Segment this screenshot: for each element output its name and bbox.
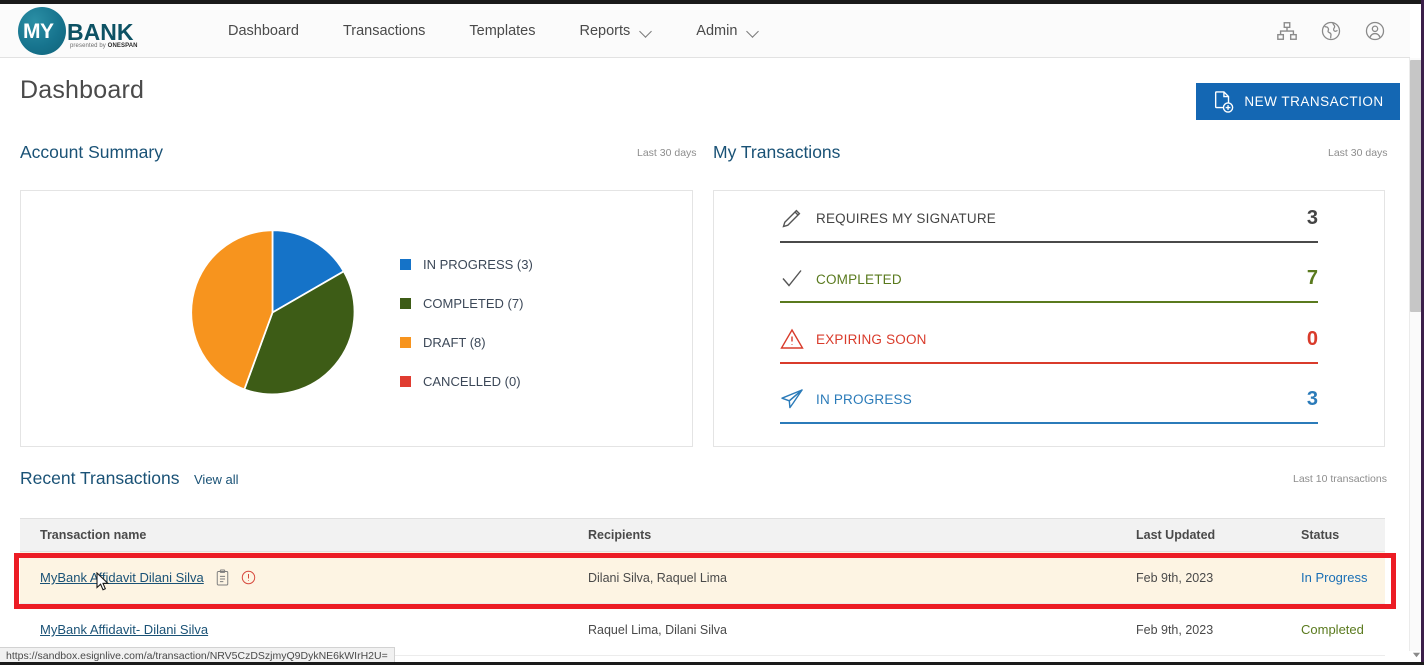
nav-item-label: Admin <box>696 22 738 39</box>
my-transactions-label: EXPIRING SOON <box>816 332 927 347</box>
nav-item-label: Templates <box>469 22 536 39</box>
check-icon <box>782 270 802 287</box>
nav-item-transactions[interactable]: Transactions <box>321 23 447 39</box>
mybank-logo[interactable]: MY BANK presented by ONESPAN <box>18 4 168 58</box>
my-transactions-rule <box>780 422 1318 424</box>
new-transaction-label: NEW TRANSACTION <box>1244 94 1384 109</box>
mouse-cursor <box>96 572 110 591</box>
recipients-text: Raquel Lima, Dilani Silva <box>588 622 727 637</box>
new-transaction-button[interactable]: NEW TRANSACTION <box>1196 83 1400 120</box>
my-transactions-count: 3 <box>1306 207 1318 229</box>
cell-last-updated: Feb 9th, 2023 <box>1136 569 1301 587</box>
page-title: Dashboard <box>20 76 145 104</box>
paper-plane-icon <box>781 389 803 409</box>
legend-label: CANCELLED (0) <box>423 374 521 389</box>
my-transactions-count: 0 <box>1306 328 1318 350</box>
chevron-down-icon <box>748 27 759 34</box>
legend-item: DRAFT (8) <box>400 323 533 362</box>
my-transactions-title: My Transactions <box>713 142 841 162</box>
account-summary-pie-chart <box>185 225 360 400</box>
dashboard-screen: MY BANK presented by ONESPAN Dashboard T… <box>0 0 1424 665</box>
top-navigation-bar: MY BANK presented by ONESPAN Dashboard T… <box>0 4 1410 58</box>
my-transactions-rule <box>780 362 1318 364</box>
nav-links: Dashboard Transactions Templates Reports… <box>206 23 781 39</box>
clipboard-icon[interactable] <box>215 569 230 586</box>
cell-recipients: Dilani Silva, Raquel Lima <box>588 569 1136 587</box>
legend-swatch-draft <box>400 337 411 348</box>
pencil-icon <box>782 209 801 228</box>
cell-last-updated: Feb 9th, 2023 <box>1136 621 1301 639</box>
my-transactions-rule <box>780 241 1318 243</box>
legend-label: DRAFT (8) <box>423 335 486 350</box>
nav-item-templates[interactable]: Templates <box>447 23 557 39</box>
pie-legend: IN PROGRESS (3) COMPLETED (7) DRAFT (8) … <box>400 245 533 401</box>
legend-item: COMPLETED (7) <box>400 284 533 323</box>
logo-my-text: MY <box>23 19 54 43</box>
column-header-last-updated[interactable]: Last Updated <box>1136 528 1301 542</box>
pie-svg <box>190 229 356 396</box>
nav-item-reports[interactable]: Reports <box>558 23 675 39</box>
nav-right-icons <box>1276 20 1386 42</box>
warning-icon <box>780 328 804 349</box>
status-badge: In Progress <box>1301 569 1368 585</box>
view-all-link[interactable]: View all <box>194 472 239 487</box>
recent-transactions-table: Transaction name Recipients Last Updated… <box>20 518 1385 656</box>
account-summary-period: Last 30 days <box>637 147 697 159</box>
scroll-down-arrow-icon[interactable] <box>1412 650 1421 659</box>
status-bar-url: https://sandbox.esignlive.com/a/transact… <box>6 649 388 662</box>
globe-icon[interactable] <box>1320 20 1342 42</box>
my-transactions-label: IN PROGRESS <box>816 392 912 407</box>
legend-swatch-in-progress <box>400 259 411 270</box>
my-transactions-count: 3 <box>1306 388 1318 410</box>
nav-item-dashboard[interactable]: Dashboard <box>206 23 321 39</box>
nav-item-admin[interactable]: Admin <box>674 23 781 39</box>
my-transactions-period: Last 30 days <box>1328 147 1388 159</box>
nav-item-label: Reports <box>579 22 631 39</box>
user-account-icon[interactable] <box>1364 20 1386 42</box>
alert-circle-icon[interactable] <box>241 570 256 585</box>
legend-item: IN PROGRESS (3) <box>400 245 533 284</box>
recent-transactions-title: Recent Transactions <box>20 468 180 488</box>
column-header-recipients[interactable]: Recipients <box>588 528 1136 542</box>
sitemap-icon[interactable] <box>1276 20 1298 42</box>
transaction-name-link[interactable]: MyBank Affidavit Dilani Silva <box>40 570 204 585</box>
legend-label: IN PROGRESS (3) <box>423 257 533 272</box>
column-header-transaction-name[interactable]: Transaction name <box>20 528 588 542</box>
browser-status-bar: https://sandbox.esignlive.com/a/transact… <box>0 647 395 663</box>
last-updated-text: Feb 9th, 2023 <box>1136 622 1214 637</box>
table-header-row: Transaction name Recipients Last Updated… <box>20 518 1385 552</box>
recipients-text: Dilani Silva, Raquel Lima <box>588 570 727 585</box>
logo-bank-text: BANK <box>67 18 134 45</box>
legend-swatch-cancelled <box>400 376 411 387</box>
cell-status: Completed <box>1301 621 1385 639</box>
account-summary-title: Account Summary <box>20 142 163 162</box>
table-row[interactable]: MyBank Affidavit Dilani Silva Dilani Sil… <box>20 552 1385 604</box>
cell-transaction-name: MyBank Affidavit- Dilani Silva <box>20 622 588 637</box>
status-badge: Completed <box>1301 621 1364 637</box>
transaction-name-link[interactable]: MyBank Affidavit- Dilani Silva <box>40 622 208 637</box>
legend-item: CANCELLED (0) <box>400 362 533 401</box>
cell-recipients: Raquel Lima, Dilani Silva <box>588 621 1136 639</box>
legend-label: COMPLETED (7) <box>423 296 524 311</box>
recent-transactions-note: Last 10 transactions <box>1293 473 1387 485</box>
my-transactions-count: 7 <box>1306 267 1318 289</box>
cell-status: In Progress <box>1301 569 1385 587</box>
chevron-down-icon <box>641 27 652 34</box>
nav-item-label: Dashboard <box>228 22 299 39</box>
my-transactions-label: REQUIRES MY SIGNATURE <box>816 211 996 226</box>
my-transactions-label: COMPLETED <box>816 272 902 287</box>
last-updated-text: Feb 9th, 2023 <box>1136 570 1214 585</box>
column-header-status[interactable]: Status <box>1301 528 1385 542</box>
my-transactions-rule <box>780 301 1318 303</box>
document-add-icon <box>1215 90 1234 113</box>
nav-item-label: Transactions <box>342 22 426 39</box>
legend-swatch-completed <box>400 298 411 309</box>
